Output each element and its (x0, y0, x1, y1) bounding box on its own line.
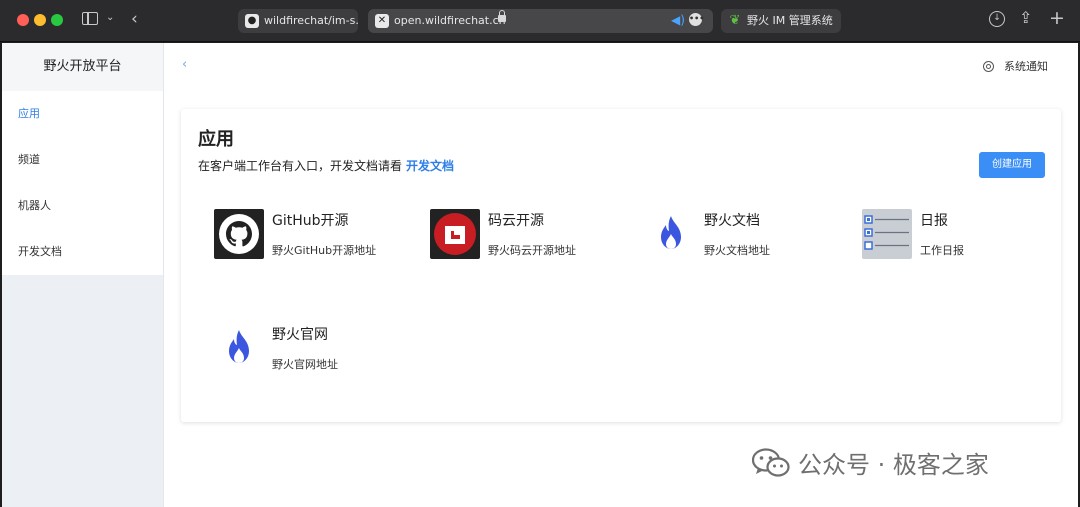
app-name: 码云开源 (488, 213, 544, 229)
collapse-chevron-icon[interactable]: ‹ (182, 57, 187, 72)
sidebar-menu: 应用 频道 机器人 开发文档 (2, 91, 163, 275)
page: 野火开放平台 应用 频道 机器人 开发文档 ‹ 系统通知 应用 在客户端工作台有… (2, 43, 1078, 507)
sidebar-item-dev-docs[interactable]: 开发文档 (2, 229, 163, 275)
sidebar-item-robots[interactable]: 机器人 (2, 183, 163, 229)
site-favicon-icon: ✕ (375, 14, 389, 28)
sidebar: 野火开放平台 应用 频道 机器人 开发文档 (2, 43, 164, 507)
minimize-window-button[interactable] (34, 14, 46, 26)
sidebar-item-channels[interactable]: 频道 (2, 137, 163, 183)
app-github[interactable]: GitHub开源 野火GitHub开源地址 (214, 209, 424, 265)
subtitle-text: 在客户端工作台有入口，开发文档请看 (198, 159, 403, 173)
app-docs[interactable]: 野火文档 野火文档地址 (646, 209, 856, 265)
address-bar[interactable]: ✕ open.wildfirechat.cn (368, 9, 713, 33)
watermark-text: 公众号 · 极客之家 (798, 451, 989, 479)
more-options-icon[interactable]: ••• (689, 13, 704, 26)
tab-im-admin[interactable]: ❦ 野火 IM 管理系统 (721, 9, 841, 33)
dev-docs-link[interactable]: 开发文档 (406, 159, 454, 173)
address-url: open.wildfirechat.cn (394, 14, 506, 27)
share-icon[interactable]: ⇪ (1019, 10, 1032, 26)
maximize-window-button[interactable] (51, 14, 63, 26)
gitee-icon (430, 209, 480, 259)
app-name: 野火文档 (704, 213, 760, 229)
flame-icon (646, 209, 696, 259)
lock-icon (498, 10, 506, 22)
sidebar-toggle-icon[interactable] (82, 12, 98, 25)
app-desc: 野火码云开源地址 (488, 244, 576, 257)
download-icon[interactable]: ↓ (989, 11, 1005, 27)
app-gitee[interactable]: 码云开源 野火码云开源地址 (430, 209, 640, 265)
close-window-button[interactable] (17, 14, 29, 26)
app-desc: 野火文档地址 (704, 244, 770, 257)
app-desc: 工作日报 (920, 244, 964, 257)
page-subtitle: 在客户端工作台有入口，开发文档请看 开发文档 (198, 157, 454, 174)
chevron-down-icon[interactable]: ⌄ (106, 13, 114, 23)
wechat-icon (752, 447, 790, 477)
wechat-watermark: 公众号 · 极客之家 (752, 445, 989, 480)
app-daily-report[interactable]: 日报 工作日报 (862, 209, 1072, 265)
app-desc: 野火GitHub开源地址 (272, 244, 377, 257)
back-arrow-icon[interactable]: ‹ (131, 11, 138, 28)
tab-label: wildfirechat/im-s... (264, 14, 358, 27)
system-notice-label: 系统通知 (1004, 60, 1048, 73)
system-notice[interactable]: 系统通知 (983, 58, 1048, 74)
flame-icon (214, 323, 264, 373)
sidebar-item-apps[interactable]: 应用 (2, 91, 163, 137)
app-website[interactable]: 野火官网 野火官网地址 (214, 323, 424, 379)
app-name: 日报 (920, 213, 948, 229)
gear-icon (983, 60, 994, 72)
sidebar-title: 野火开放平台 (2, 43, 163, 91)
page-title: 应用 (198, 129, 234, 150)
leaf-favicon-icon: ❦ (729, 13, 741, 28)
app-name: GitHub开源 (272, 213, 349, 229)
github-favicon-icon: ● (245, 14, 259, 28)
speaker-icon[interactable]: ◀) (671, 13, 685, 27)
app-name: 野火官网 (272, 327, 328, 343)
tab-github[interactable]: ● wildfirechat/im-s... (238, 9, 358, 33)
browser-toolbar: ⌄ ‹ ● wildfirechat/im-s... ✕ open.wildfi… (0, 0, 1080, 42)
app-desc: 野火官网地址 (272, 358, 338, 371)
new-tab-icon[interactable]: + (1049, 9, 1065, 28)
apps-card: 应用 在客户端工作台有入口，开发文档请看 开发文档 创建应用 GitHub开源 野… (181, 109, 1061, 422)
tab-label: 野火 IM 管理系统 (747, 14, 833, 27)
create-app-button[interactable]: 创建应用 (979, 152, 1045, 178)
github-icon (214, 209, 264, 259)
checklist-icon (862, 209, 912, 259)
